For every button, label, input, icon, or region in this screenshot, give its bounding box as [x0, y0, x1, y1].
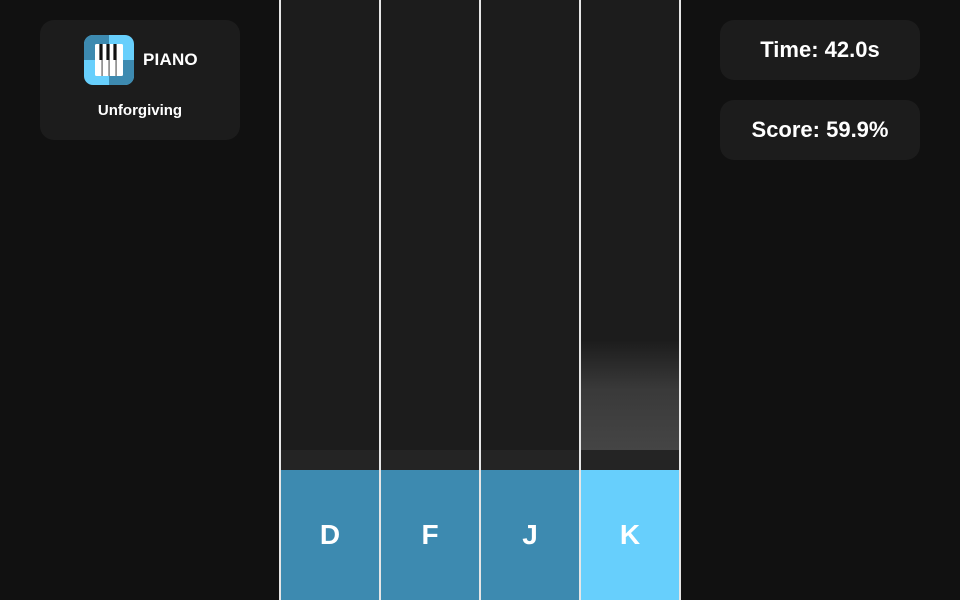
- key-f-button[interactable]: F: [381, 470, 479, 600]
- key-j-button[interactable]: J: [481, 470, 579, 600]
- brand-name: PIANO: [143, 50, 198, 69]
- score-display: Score: 59.9%: [720, 100, 920, 160]
- hit-line-gap: [581, 450, 679, 470]
- lane-d: D: [279, 0, 379, 600]
- key-k-button[interactable]: K: [581, 470, 679, 600]
- lane-j: J: [479, 0, 579, 600]
- key-d-button[interactable]: D: [281, 470, 379, 600]
- hit-line-gap: [281, 450, 379, 470]
- piano-keys-icon: [84, 35, 134, 85]
- hit-line-gap: [481, 450, 579, 470]
- lane-k: K: [579, 0, 681, 600]
- game-screen: PIANO Unforgiving Time: 42.0s Score: 59.…: [0, 0, 960, 600]
- game-info-card: PIANO Unforgiving: [40, 20, 240, 140]
- key-press-glow: [581, 340, 679, 450]
- lane-f: F: [379, 0, 479, 600]
- playfield: D F J K: [279, 0, 681, 600]
- hit-line-gap: [381, 450, 479, 470]
- time-display: Time: 42.0s: [720, 20, 920, 80]
- brand-row: PIANO: [84, 35, 198, 85]
- difficulty-label: Unforgiving: [97, 102, 183, 119]
